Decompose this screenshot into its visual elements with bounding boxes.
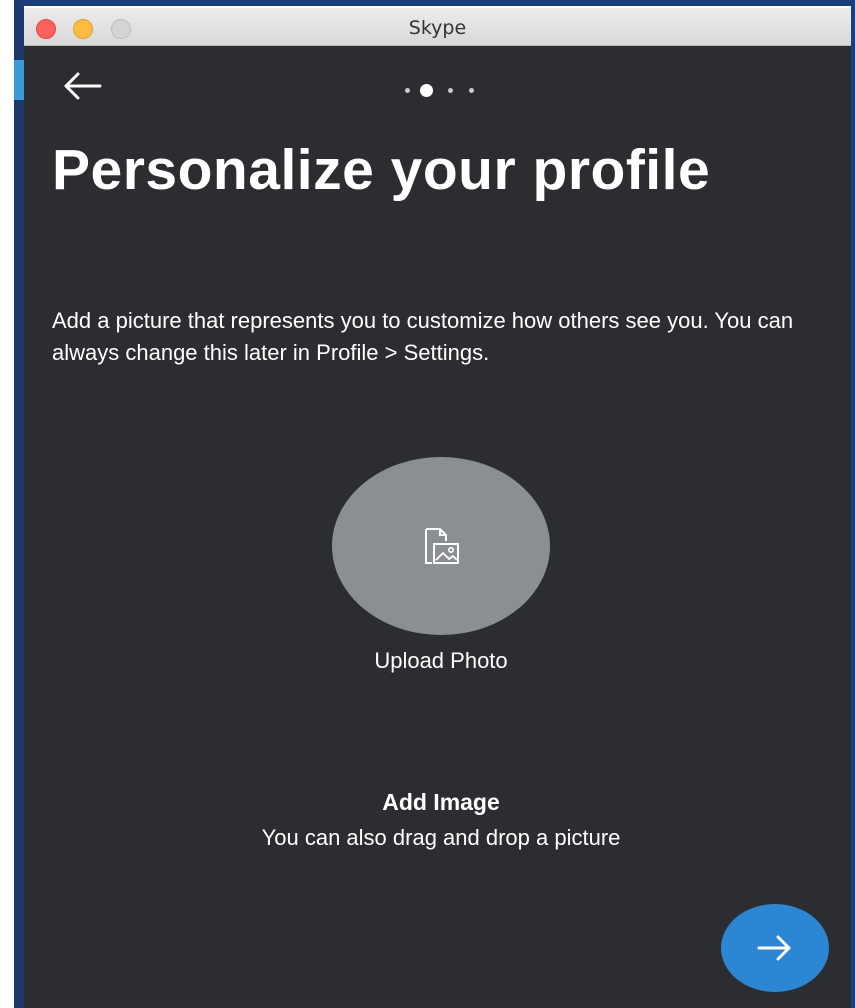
window-title: Skype [408, 17, 467, 39]
title-bar[interactable]: Skype [24, 8, 851, 46]
selection-border-right [851, 0, 855, 1008]
drag-drop-hint: You can also drag and drop a picture [261, 825, 621, 850]
page-dot-4 [469, 88, 474, 93]
window-edge [14, 0, 24, 1008]
upload-photo-button[interactable] [332, 457, 550, 635]
page-description: Add a picture that represents you to cus… [52, 308, 794, 365]
arrow-left-icon [64, 72, 102, 100]
desktop-fragment [14, 60, 24, 100]
page-dot-1 [405, 88, 410, 93]
image-file-icon [425, 528, 459, 564]
next-button[interactable] [721, 904, 829, 992]
skype-window: Skype Personalize your profile Add a pic… [24, 8, 851, 1008]
page-indicator [399, 82, 479, 98]
arrow-right-icon [757, 935, 791, 961]
page-dot-3 [448, 88, 453, 93]
upload-photo-label[interactable]: Upload Photo [274, 648, 608, 674]
desktop-background [0, 0, 24, 1008]
selection-border-top [20, 0, 855, 6]
screen: Skype Personalize your profile Add a pic… [0, 0, 855, 1008]
back-button[interactable] [62, 68, 106, 104]
add-image-title: Add Image [382, 789, 500, 815]
page-title: Personalize your profile [52, 138, 711, 202]
page-dot-2-active [420, 84, 433, 97]
